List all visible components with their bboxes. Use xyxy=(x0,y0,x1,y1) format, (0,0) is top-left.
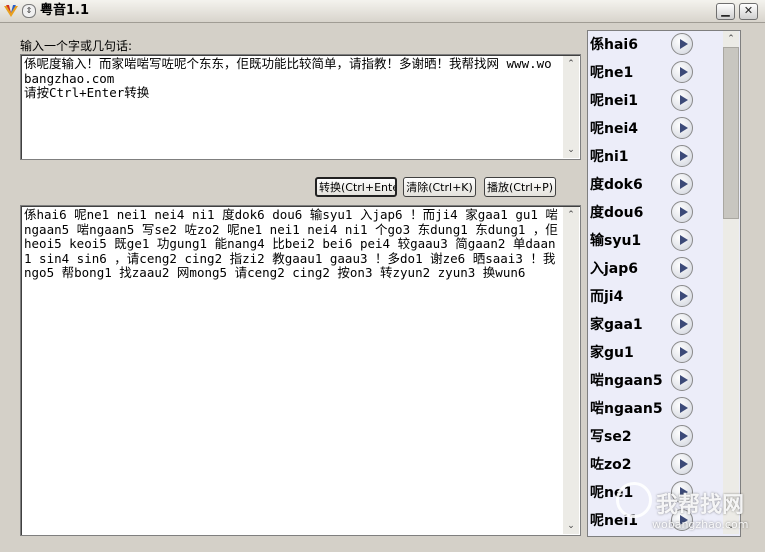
syllable-label: 係hai6 xyxy=(590,37,638,53)
syllable-label: 写se2 xyxy=(590,429,632,445)
output-scrollbar[interactable]: ⌃ ⌄ xyxy=(563,207,579,534)
syllable-item: 度dok6 xyxy=(590,171,702,199)
syllable-item: 咗zo2 xyxy=(590,451,702,479)
watermark-url: wobangzhao.com xyxy=(652,518,749,531)
window-title: 粤音1.1 xyxy=(40,3,90,18)
syllable-item: 而ji4 xyxy=(590,283,702,311)
syllable-label: 呢nei1 xyxy=(590,93,639,109)
syllable-label: 啱ngaan5 xyxy=(590,373,663,389)
syllable-item: 写se2 xyxy=(590,423,702,451)
syllable-item: 係hai6 xyxy=(590,31,702,59)
minimize-button[interactable]: ▁ xyxy=(716,3,735,20)
play-syllable-icon[interactable] xyxy=(671,257,693,279)
play-syllable-icon[interactable] xyxy=(671,313,693,335)
watermark-logo-icon xyxy=(616,482,652,518)
scroll-down-icon[interactable]: ⌄ xyxy=(563,142,579,158)
play-syllable-icon[interactable] xyxy=(671,341,693,363)
syllable-label: 呢ni1 xyxy=(590,149,629,165)
watermark: 我帮找网 wobangzhao.com xyxy=(612,476,762,546)
output-textarea[interactable]: 係hai6 呢ne1 nei1 nei4 ni1 度dok6 dou6 输syu… xyxy=(20,205,581,536)
syllable-label: 呢nei4 xyxy=(590,121,639,137)
syllable-item: 啱ngaan5 xyxy=(590,395,702,423)
play-syllable-icon[interactable] xyxy=(671,285,693,307)
play-syllable-icon[interactable] xyxy=(671,453,693,475)
syllable-item: 家gu1 xyxy=(590,339,702,367)
play-syllable-icon[interactable] xyxy=(671,145,693,167)
syllable-label: 啱ngaan5 xyxy=(590,401,663,417)
input-text[interactable]: 係呢度输入！而家啱啱写咗呢个东东，佢既功能比较简单，请指教！多谢晒！我帮找网 w… xyxy=(24,56,559,101)
syllable-label: 度dok6 xyxy=(590,177,643,193)
syllable-list: 係hai6 呢ne1 呢nei1 呢nei4 呢ni1 度dok6 度dou6 输syu1 入j… xyxy=(587,30,741,537)
syllable-label: 咗zo2 xyxy=(590,457,632,473)
play-syllable-icon[interactable] xyxy=(671,33,693,55)
watermark-text: 我帮找网 xyxy=(656,493,745,518)
syllable-label: 度dou6 xyxy=(590,205,644,221)
syllable-list-scrollbar[interactable]: ⌃ ⌄ xyxy=(723,31,739,534)
close-button[interactable]: ✕ xyxy=(739,3,758,20)
syllable-item: 呢nei1 xyxy=(590,87,702,115)
play-syllable-icon[interactable] xyxy=(671,117,693,139)
play-syllable-icon[interactable] xyxy=(671,369,693,391)
syllable-item: 家gaa1 xyxy=(590,311,702,339)
app-logo-icon xyxy=(4,5,18,17)
syllable-item: 入jap6 xyxy=(590,255,702,283)
play-syllable-icon[interactable] xyxy=(671,61,693,83)
syllable-item: 呢nei4 xyxy=(590,115,702,143)
syllable-item: 输syu1 xyxy=(590,227,702,255)
scroll-up-icon[interactable]: ⌃ xyxy=(723,31,739,47)
convert-button[interactable]: 转换(Ctrl+Enter) xyxy=(315,177,397,197)
scrollbar-thumb[interactable] xyxy=(723,47,739,219)
minimize-icon: ▁ xyxy=(721,4,730,17)
play-syllable-icon[interactable] xyxy=(671,397,693,419)
scroll-up-icon[interactable]: ⌃ xyxy=(563,207,579,223)
syllable-item: 呢ne1 xyxy=(590,59,702,87)
syllable-item: 啱ngaan5 xyxy=(590,367,702,395)
syllable-item: 呢ni1 xyxy=(590,143,702,171)
app-window: ⇕ 粤音1.1 ▁ ✕ 输入一个字或几句话: 係呢度输入！而家啱啱写咗呢个东东，… xyxy=(0,0,765,552)
play-button[interactable]: 播放(Ctrl+P) xyxy=(484,177,556,197)
syllable-label: 输syu1 xyxy=(590,233,642,249)
syllable-label: 呢ne1 xyxy=(590,65,634,81)
title-bar[interactable]: ⇕ 粤音1.1 ▁ ✕ xyxy=(0,0,765,23)
play-syllable-icon[interactable] xyxy=(671,201,693,223)
play-syllable-icon[interactable] xyxy=(671,173,693,195)
input-textarea[interactable]: 係呢度输入！而家啱啱写咗呢个东东，佢既功能比较简单，请指教！多谢晒！我帮找网 w… xyxy=(20,54,581,160)
play-syllable-icon[interactable] xyxy=(671,229,693,251)
input-label: 输入一个字或几句话: xyxy=(20,39,133,53)
syllable-label: 入jap6 xyxy=(590,261,639,277)
close-icon: ✕ xyxy=(743,4,754,17)
system-menu-icon[interactable]: ⇕ xyxy=(22,4,36,18)
syllable-label: 家gaa1 xyxy=(590,317,643,333)
clear-button[interactable]: 清除(Ctrl+K) xyxy=(403,177,476,197)
scroll-up-icon[interactable]: ⌃ xyxy=(563,56,579,72)
play-syllable-icon[interactable] xyxy=(671,89,693,111)
syllable-label: 家gu1 xyxy=(590,345,634,361)
scroll-down-icon[interactable]: ⌄ xyxy=(563,518,579,534)
input-scrollbar[interactable]: ⌃ ⌄ xyxy=(563,56,579,158)
play-syllable-icon[interactable] xyxy=(671,425,693,447)
syllable-item: 度dou6 xyxy=(590,199,702,227)
output-text[interactable]: 係hai6 呢ne1 nei1 nei4 ni1 度dok6 dou6 输syu… xyxy=(24,207,559,281)
syllable-label: 而ji4 xyxy=(590,289,624,305)
